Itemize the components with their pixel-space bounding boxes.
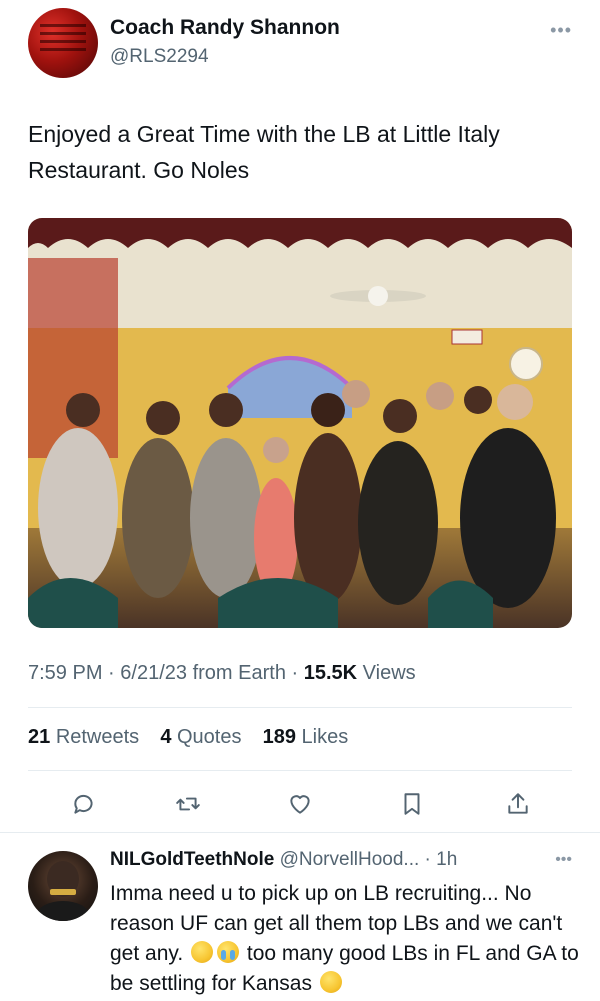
tweet-source: from Earth [192,662,286,684]
tweet-header: Coach Randy Shannon @RLS2294 ••• [28,8,572,80]
tweet-actions [66,786,536,822]
likes-label[interactable]: Likes [302,726,349,748]
retweets-label[interactable]: Retweets [56,726,139,748]
restaurant-group-photo [28,218,572,628]
meta-separator: · [108,662,115,684]
bookmark-icon [404,793,420,815]
heart-icon [290,795,310,814]
eye-roll-emoji-icon [319,971,342,993]
reply-separator: · [424,849,431,870]
divider [28,707,572,708]
crying-face-emoji-icon [217,941,240,963]
divider [28,770,572,771]
reply-author-handle[interactable]: @NorvellHood... [280,849,420,870]
tweet-text: Enjoyed a Great Time with the LB at Litt… [28,121,500,183]
reply-time[interactable]: 1h [436,849,457,870]
reply-button[interactable] [66,786,102,822]
reply-tweet[interactable]: NILGoldTeethNole @NorvellHood... · 1h ••… [0,832,600,1001]
reply-header: NILGoldTeethNole @NorvellHood... · 1h [110,849,457,871]
tweet-meta: 7:59 PM · 6/21/23 from Earth · 15.5K Vie… [28,662,416,685]
reply-avatar[interactable] [28,851,98,921]
reply-icon [74,794,93,814]
views-label[interactable]: Views [363,662,416,684]
share-button[interactable] [500,786,536,822]
tweet-stats: 21 Retweets 4 Quotes 189 Likes [28,726,348,749]
views-count[interactable]: 15.5K [304,662,357,684]
likes-count[interactable]: 189 [263,726,296,748]
author-handle[interactable]: @RLS2294 [110,46,209,68]
retweets-count[interactable]: 21 [28,726,50,748]
meta-separator: · [291,662,299,684]
author-avatar[interactable] [28,8,98,78]
retweet-button[interactable] [170,786,206,822]
author-name[interactable]: Coach Randy Shannon [110,16,340,40]
reply-avatar-image [37,861,89,921]
bookmark-button[interactable] [394,786,430,822]
more-icon[interactable]: ••• [550,20,572,41]
tweet-photo[interactable] [28,218,572,628]
steam-face-emoji-icon [191,941,214,963]
tweet-date: 6/21/23 [120,662,188,684]
retweet-icon [176,797,200,811]
tweet-time: 7:59 PM [28,662,103,684]
more-icon[interactable]: ••• [555,851,572,869]
reply-author-name[interactable]: NILGoldTeethNole [110,849,274,870]
like-button[interactable] [282,786,318,822]
reply-text: Imma need u to pick up on LB recruiting.… [110,879,580,999]
quotes-count[interactable]: 4 [160,726,171,748]
quotes-label[interactable]: Quotes [177,726,241,748]
share-icon [508,793,528,814]
